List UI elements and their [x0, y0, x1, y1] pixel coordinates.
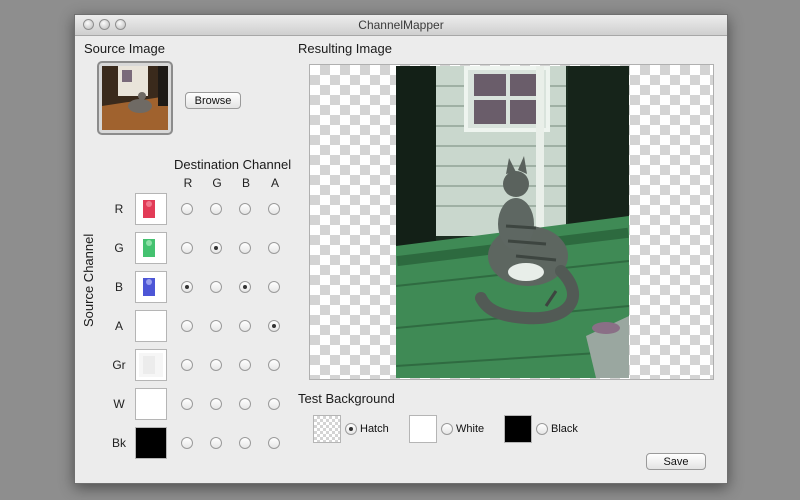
source-row-label: A	[114, 319, 123, 333]
dest-col-r: R	[183, 176, 193, 190]
black-label: Black	[551, 423, 578, 435]
dest-col-g: G	[212, 176, 222, 190]
main-window: ChannelMapper Source Image Browse Destin…	[74, 14, 728, 484]
channel-map-radio[interactable]	[181, 437, 193, 449]
channel-map-radio[interactable]	[239, 359, 251, 371]
channel-map-radio[interactable]	[181, 281, 193, 293]
source-channel-swatch	[135, 193, 167, 225]
channel-map-radio[interactable]	[210, 359, 222, 371]
destination-channel-heading: Destination Channel	[174, 157, 292, 172]
white-radio[interactable]	[441, 423, 453, 435]
hatch-swatch	[313, 415, 341, 443]
result-photo	[396, 66, 629, 378]
channel-map-radio[interactable]	[210, 242, 222, 254]
source-image-well[interactable]	[97, 61, 173, 135]
channel-map-radio[interactable]	[181, 203, 193, 215]
source-image-heading: Source Image	[84, 41, 165, 56]
channel-map-radio[interactable]	[268, 437, 280, 449]
dest-col-a: A	[270, 176, 279, 190]
source-channel-label: Source Channel	[81, 233, 96, 327]
channel-map-radio[interactable]	[268, 398, 280, 410]
hatch-radio[interactable]	[345, 423, 357, 435]
dest-col-b: B	[241, 176, 250, 190]
window-title: ChannelMapper	[358, 18, 444, 32]
channel-map-radio[interactable]	[239, 281, 251, 293]
channel-map-radio[interactable]	[239, 242, 251, 254]
resulting-image-heading: Resulting Image	[298, 41, 392, 56]
white-label: White	[456, 423, 485, 435]
channel-map-radio[interactable]	[210, 320, 222, 332]
channel-map-radio[interactable]	[239, 437, 251, 449]
hatch-label: Hatch	[360, 423, 389, 435]
channel-map-radio[interactable]	[181, 359, 193, 371]
result-preview	[309, 64, 714, 380]
white-swatch	[409, 415, 437, 443]
channel-map-radio[interactable]	[210, 398, 222, 410]
source-row-label: Gr	[112, 358, 126, 372]
test-background-heading: Test Background	[298, 391, 395, 406]
channel-map-radio[interactable]	[268, 242, 280, 254]
channel-map-radio[interactable]	[239, 320, 251, 332]
black-swatch	[504, 415, 532, 443]
source-channel-swatch	[135, 232, 167, 264]
channel-map-radio[interactable]	[181, 398, 193, 410]
source-channel-swatch	[135, 388, 167, 420]
source-row-label: Bk	[111, 436, 126, 450]
source-thumbnail-image	[102, 66, 168, 130]
source-row-label: R	[114, 202, 124, 216]
channel-map-radio[interactable]	[181, 320, 193, 332]
source-row-label: W	[113, 397, 125, 411]
channel-map-radio[interactable]	[210, 203, 222, 215]
channel-map-radio[interactable]	[239, 203, 251, 215]
browse-button[interactable]: Browse	[185, 92, 241, 109]
black-radio[interactable]	[536, 423, 548, 435]
channel-map-radio[interactable]	[210, 437, 222, 449]
channel-map-radio[interactable]	[268, 320, 280, 332]
channel-map-radio[interactable]	[239, 398, 251, 410]
source-channel-swatch	[135, 271, 167, 303]
source-row-label: B	[114, 280, 123, 294]
source-channel-swatch	[135, 349, 167, 381]
channel-map-radio[interactable]	[268, 359, 280, 371]
source-channel-swatch	[135, 427, 167, 459]
source-row-label: G	[114, 241, 124, 255]
source-channel-swatch	[135, 310, 167, 342]
channel-map-radio[interactable]	[181, 242, 193, 254]
channel-map-radio[interactable]	[268, 203, 280, 215]
title-bar[interactable]: ChannelMapper	[75, 15, 727, 36]
save-button[interactable]: Save	[646, 453, 706, 470]
channel-map-radio[interactable]	[210, 281, 222, 293]
channel-map-radio[interactable]	[268, 281, 280, 293]
